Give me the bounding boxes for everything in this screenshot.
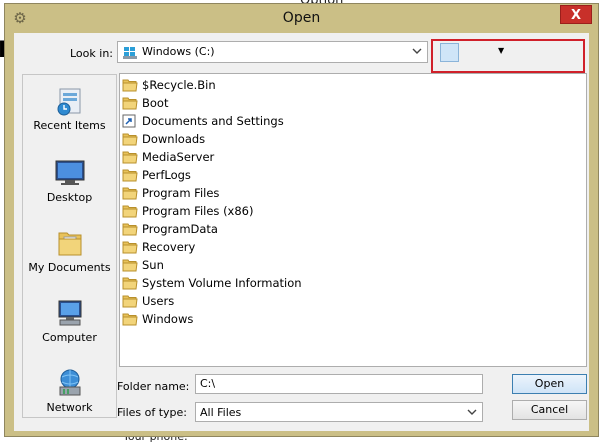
my-documents-icon <box>58 232 81 256</box>
title-bar[interactable]: ⚙ Open X <box>5 4 598 32</box>
place-desktop[interactable]: Desktop <box>23 157 116 204</box>
files-of-type-label: Files of type: <box>117 406 188 419</box>
place-recent-items[interactable]: Recent Items <box>23 85 116 132</box>
recent-items-icon <box>57 88 80 116</box>
place-network[interactable]: Network <box>23 367 116 414</box>
folder-icon <box>122 277 138 290</box>
open-dialog: ⚙ Open X Look in: Windows (C:) ▼ Recent … <box>4 3 599 437</box>
folder-icon <box>122 205 138 218</box>
dialog-client: Look in: Windows (C:) ▼ Recent Items Des… <box>14 33 589 431</box>
file-name: Documents and Settings <box>142 114 284 128</box>
file-list-item[interactable]: Downloads <box>122 130 205 148</box>
look-in-value: Windows (C:) <box>142 45 215 58</box>
file-list-item[interactable]: Windows <box>122 310 193 328</box>
place-label: Network <box>46 401 93 414</box>
chevron-down-icon <box>412 48 422 54</box>
file-name: Program Files <box>142 186 220 200</box>
desktop-icon <box>55 160 84 185</box>
file-name: $Recycle.Bin <box>142 78 216 92</box>
file-list-item[interactable]: Users <box>122 292 174 310</box>
view-menu-button[interactable] <box>440 43 459 62</box>
place-computer[interactable]: Computer <box>23 297 116 344</box>
file-name: Windows <box>142 312 194 326</box>
file-list-item[interactable]: MediaServer <box>122 148 214 166</box>
close-button[interactable]: X <box>560 5 592 24</box>
file-name: Recovery <box>142 240 196 254</box>
file-list-item[interactable]: $Recycle.Bin <box>122 76 216 94</box>
file-name: Program Files (x86) <box>142 204 254 218</box>
file-list-item[interactable]: ProgramData <box>122 220 218 238</box>
folder-name-label: Folder name: <box>117 380 190 393</box>
file-name: ProgramData <box>142 222 218 236</box>
shortcut-folder-icon <box>122 114 136 128</box>
network-icon <box>59 369 80 396</box>
place-label: Desktop <box>46 191 93 204</box>
folder-icon <box>122 151 138 164</box>
files-of-type-value: All Files <box>200 406 242 419</box>
folder-icon <box>122 97 138 110</box>
file-list-item[interactable]: Documents and Settings <box>122 112 284 130</box>
dialog-title: Open <box>282 10 321 26</box>
places-bar: Recent Items Desktop My Documents Comput… <box>22 74 117 418</box>
computer-icon <box>58 300 81 326</box>
place-label: Recent Items <box>33 119 106 132</box>
file-list-item[interactable]: Program Files <box>122 184 219 202</box>
file-list-item[interactable]: Sun <box>122 256 164 274</box>
look-in-label: Look in: <box>70 47 113 60</box>
folder-icon <box>122 169 138 182</box>
file-list-item[interactable]: Boot <box>122 94 168 112</box>
file-name: Downloads <box>142 132 206 146</box>
folder-icon <box>122 313 138 326</box>
folder-icon <box>122 79 138 92</box>
view-menu-arrow-icon[interactable]: ▼ <box>498 46 504 55</box>
file-list-item[interactable]: Program Files (x86) <box>122 202 253 220</box>
file-list-item[interactable]: PerfLogs <box>122 166 191 184</box>
file-name: MediaServer <box>142 150 215 164</box>
file-list-item[interactable]: System Volume Information <box>122 274 302 292</box>
open-button[interactable]: Open <box>512 374 587 394</box>
file-name: Sun <box>142 258 164 272</box>
folder-name-input[interactable]: C:\ <box>195 374 483 394</box>
folder-icon <box>122 223 138 236</box>
folder-icon <box>122 259 138 272</box>
cancel-button[interactable]: Cancel <box>512 400 587 420</box>
file-name: System Volume Information <box>142 276 302 290</box>
look-in-combobox[interactable]: Windows (C:) <box>117 41 428 63</box>
chevron-down-icon <box>467 409 477 415</box>
folder-icon <box>122 241 138 254</box>
folder-icon <box>122 187 138 200</box>
background-app-right <box>598 0 607 441</box>
file-list-item[interactable]: Recovery <box>122 238 195 256</box>
files-of-type-combobox[interactable]: All Files <box>195 402 483 422</box>
place-label: My Documents <box>28 261 111 274</box>
file-name: PerfLogs <box>142 168 191 182</box>
folder-icon <box>122 295 138 308</box>
folder-icon <box>122 133 138 146</box>
place-my-documents[interactable]: My Documents <box>23 227 116 274</box>
file-list[interactable]: $Recycle.Bin Boot Documents and Settings Do… <box>119 73 587 367</box>
file-name: Boot <box>142 96 169 110</box>
place-label: Computer <box>42 331 97 344</box>
drive-icon <box>123 47 137 59</box>
file-name: Users <box>142 294 175 308</box>
